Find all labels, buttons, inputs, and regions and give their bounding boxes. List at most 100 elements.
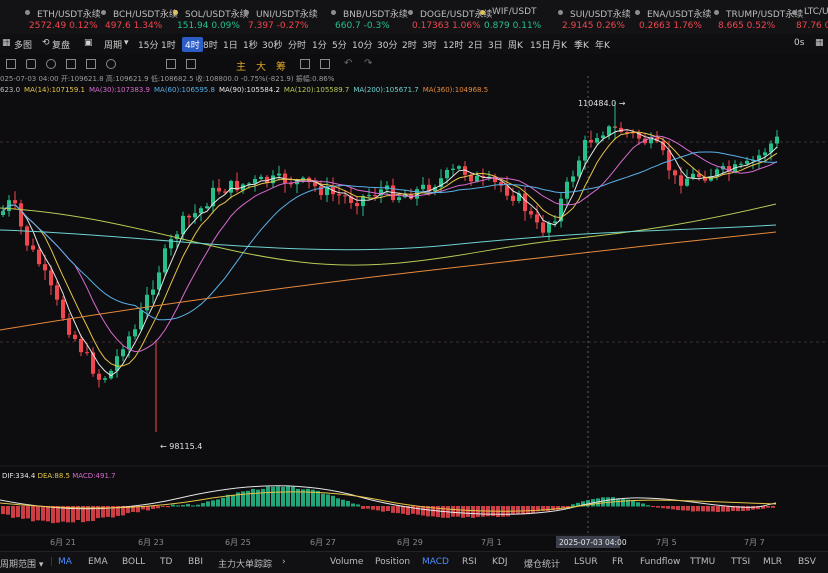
interval-button[interactable]: 2日: [468, 38, 483, 51]
layers-tool-icon[interactable]: [186, 59, 196, 69]
ticker-dot-icon: [25, 10, 30, 15]
replay-icon[interactable]: ⟲: [42, 38, 50, 48]
candle-body: [553, 221, 557, 223]
indicator-tab[interactable]: MA: [58, 557, 72, 567]
interval-button[interactable]: 30分: [377, 38, 397, 51]
more-icon[interactable]: ▦: [815, 38, 824, 48]
indicator-tab[interactable]: Fundflow: [640, 557, 680, 567]
indicator-tab[interactable]: BSV: [798, 557, 816, 567]
period-dropdown[interactable]: 周期: [104, 38, 122, 51]
indicator-tab[interactable]: 主力大单踪踪: [218, 557, 272, 570]
rectangle-tool-icon[interactable]: [6, 59, 16, 69]
interval-button[interactable]: 3时: [422, 38, 437, 51]
macd-bar: [656, 506, 660, 508]
time-tool-icon[interactable]: [106, 59, 116, 69]
interval-button[interactable]: 1时: [161, 38, 176, 51]
settings-tool-icon[interactable]: [166, 59, 176, 69]
range-dropdown[interactable]: 周期范围 ▾: [0, 557, 43, 570]
macd-bar: [416, 506, 420, 515]
macd-bar: [51, 506, 55, 524]
indicator-tab[interactable]: FR: [612, 557, 623, 567]
text-tool-icon[interactable]: [66, 59, 76, 69]
macd-bar: [386, 506, 390, 512]
indicator-tab[interactable]: MACD: [422, 557, 449, 567]
candle-body: [367, 195, 371, 197]
replay-button[interactable]: 复盘: [52, 38, 70, 51]
ticker-dot-icon: [558, 10, 563, 15]
interval-button[interactable]: 月K: [552, 38, 567, 51]
chevron-right-icon[interactable]: ›: [282, 557, 286, 567]
ticker-name: BNB/USDT永续: [343, 10, 408, 20]
ticker-price: 7.397 -0.27%: [248, 21, 309, 31]
grid-tool-icon[interactable]: [86, 59, 96, 69]
interval-button[interactable]: 周K: [508, 38, 523, 51]
ticker-price: 497.6 1.34%: [105, 21, 163, 31]
indicator-tab[interactable]: RSI: [462, 557, 477, 567]
candle-body: [79, 338, 83, 353]
indicator-tab[interactable]: BOLL: [122, 557, 145, 567]
candle-body: [679, 175, 683, 186]
indicator-tab[interactable]: LSUR: [574, 557, 598, 567]
indicator-tab[interactable]: 爆仓统计: [524, 557, 560, 570]
ticker-price: 0.17363 1.06%: [412, 21, 481, 31]
macd-bar: [571, 504, 575, 507]
calendar-icon[interactable]: ▣: [84, 38, 93, 48]
drawing-toolbar: 主 大 筹 ↶ ↷: [0, 56, 828, 73]
interval-button[interactable]: 1日: [223, 38, 238, 51]
lock-tool-icon[interactable]: [300, 59, 310, 69]
interval-button[interactable]: 2时: [402, 38, 417, 51]
interval-button[interactable]: 年K: [595, 38, 610, 51]
candle-body: [571, 176, 575, 182]
interval-button[interactable]: 3日: [488, 38, 503, 51]
macd-bar: [691, 506, 695, 512]
interval-button[interactable]: 分时: [288, 38, 306, 51]
indicator-tab[interactable]: KDJ: [492, 557, 508, 567]
indicator-tab[interactable]: Volume: [330, 557, 363, 567]
indicator-tab[interactable]: Position: [375, 557, 410, 567]
macd-bar: [636, 502, 640, 507]
indicator-tab[interactable]: MLR: [763, 557, 782, 567]
interval-button[interactable]: 10分: [352, 38, 372, 51]
interval-button[interactable]: 15分: [138, 38, 158, 51]
macd-bar: [356, 504, 360, 507]
magnet-tool-icon[interactable]: [46, 59, 56, 69]
indicator-tab[interactable]: BBI: [188, 557, 203, 567]
chevron-down-icon[interactable]: ▾: [124, 38, 129, 48]
ticker-dot-icon: [635, 10, 640, 15]
macd-bar: [46, 506, 50, 522]
indicator-chip-label[interactable]: 筹: [276, 58, 286, 73]
multi-chart-button[interactable]: 多图: [14, 38, 32, 51]
layout-icon[interactable]: ▦: [2, 38, 11, 48]
ticker-dot-icon: [714, 10, 719, 15]
indicator-tab[interactable]: TD: [160, 557, 172, 567]
x-tick-label: 7月 5: [656, 538, 677, 547]
macd-bar: [721, 506, 725, 512]
macd-bar: [261, 488, 265, 507]
eye-tool-icon[interactable]: [320, 59, 330, 69]
indicator-tab[interactable]: TTSI: [731, 557, 750, 567]
indicator-large-label[interactable]: 大: [256, 58, 266, 73]
ticker-name: WIF/USDT: [492, 7, 537, 17]
interval-button[interactable]: 30秒: [262, 38, 282, 51]
interval-button[interactable]: 1分: [312, 38, 327, 51]
interval-button[interactable]: 8时: [203, 38, 218, 51]
interval-button[interactable]: 4时: [182, 37, 203, 52]
macd-bar: [381, 506, 385, 512]
screen-tool-icon[interactable]: [26, 59, 36, 69]
redo-icon[interactable]: ↷: [364, 58, 372, 69]
indicator-main-label[interactable]: 主: [236, 58, 246, 73]
indicator-tab[interactable]: TTMU: [690, 557, 715, 567]
macd-bar: [341, 499, 345, 507]
interval-button[interactable]: 季K: [574, 38, 589, 51]
interval-button[interactable]: 5分: [332, 38, 347, 51]
macd-bar: [36, 506, 40, 521]
candle-body: [607, 126, 611, 136]
ma-line: [0, 203, 777, 266]
interval-button[interactable]: 1秒: [243, 38, 258, 51]
indicator-tab[interactable]: EMA: [88, 557, 108, 567]
interval-button[interactable]: 12时: [443, 38, 463, 51]
interval-button[interactable]: 15日: [530, 38, 550, 51]
price-chart[interactable]: 110484.0 → ← 98115.4 DIF:334.4 DEA:88.5 MA…: [0, 72, 828, 552]
candle-body: [745, 160, 749, 164]
undo-icon[interactable]: ↶: [344, 58, 352, 69]
